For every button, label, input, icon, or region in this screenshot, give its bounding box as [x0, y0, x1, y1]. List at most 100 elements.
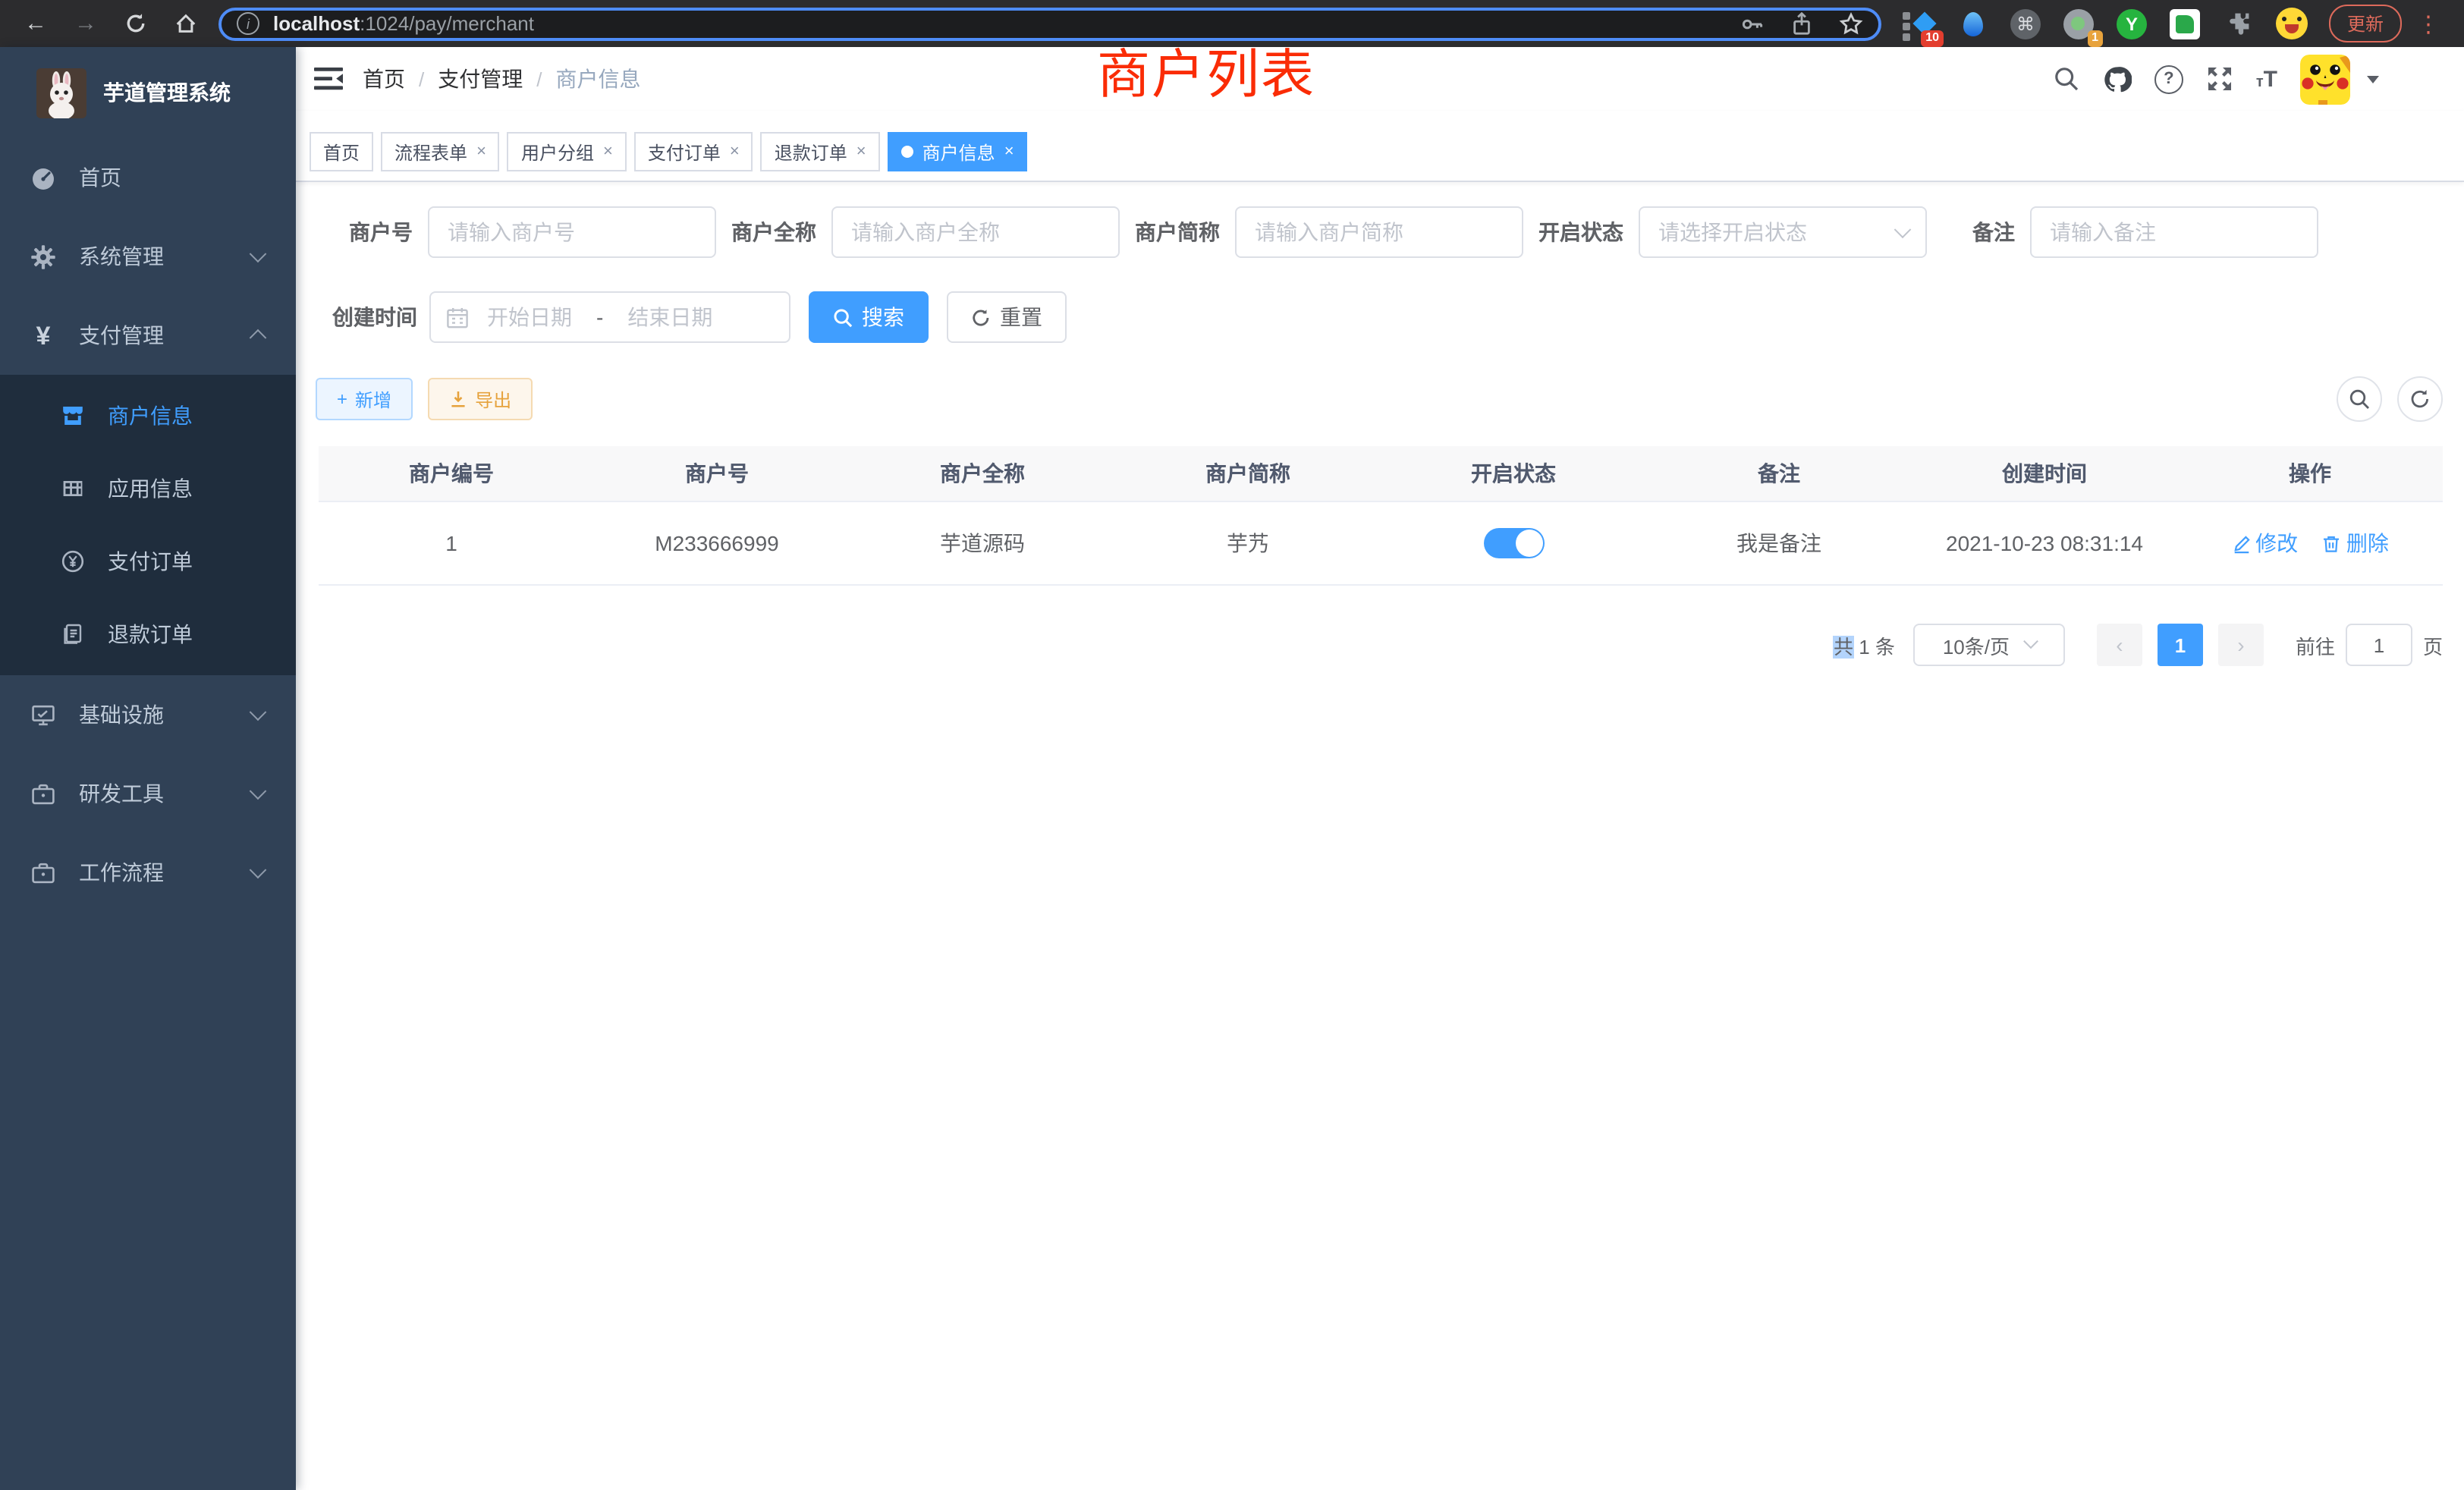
next-page-button[interactable]: ›: [2218, 624, 2264, 666]
page-size-select[interactable]: 10条/页: [1913, 624, 2065, 666]
refresh-table-icon[interactable]: [2397, 376, 2443, 422]
font-size-icon[interactable]: тT: [2256, 66, 2277, 92]
tab-merchant-info[interactable]: 商户信息×: [888, 132, 1028, 171]
fullscreen-icon[interactable]: [2206, 65, 2233, 93]
cell-merchant-id: 1: [319, 501, 584, 585]
help-icon[interactable]: ?: [2154, 64, 2183, 93]
payment-submenu: 商户信息 应用信息: [0, 375, 296, 675]
status-select[interactable]: 请选择开启状态: [1639, 206, 1927, 258]
merchant-no-input[interactable]: [428, 206, 716, 258]
breadcrumb-home[interactable]: 首页: [363, 64, 405, 94]
tab-home[interactable]: 首页: [310, 132, 373, 171]
sidebar-item-workflow[interactable]: 工作流程: [0, 833, 296, 912]
browser-menu-icon[interactable]: ⋮: [2417, 10, 2440, 37]
close-icon[interactable]: ×: [476, 143, 486, 161]
briefcase-icon: [30, 781, 56, 806]
col-status: 开启状态: [1381, 446, 1646, 501]
current-page-button[interactable]: 1: [2158, 624, 2203, 666]
status-toggle[interactable]: [1483, 528, 1544, 558]
chrome-update-button[interactable]: 更新: [2329, 5, 2402, 42]
browser-reload-icon[interactable]: [124, 12, 147, 35]
password-key-icon[interactable]: [1740, 11, 1765, 36]
chevron-up-icon: [250, 329, 267, 347]
url-text: localhost:1024/pay/merchant: [273, 12, 534, 35]
date-range-picker[interactable]: 开始日期 - 结束日期: [429, 291, 790, 343]
merchant-fullname-input[interactable]: [831, 206, 1120, 258]
search-button[interactable]: 搜索: [809, 291, 929, 343]
tab-flow-form[interactable]: 流程表单×: [381, 132, 500, 171]
close-icon[interactable]: ×: [856, 143, 866, 161]
status-label: 开启状态: [1538, 217, 1623, 247]
y-extension-icon[interactable]: Y: [2115, 7, 2148, 40]
bookmark-star-icon[interactable]: [1839, 11, 1863, 36]
avatar-caret-icon[interactable]: [2367, 75, 2379, 83]
sidebar-item-payment[interactable]: ¥ 支付管理: [0, 296, 296, 375]
address-bar[interactable]: localhost:1024/pay/merchant: [218, 7, 1881, 40]
sidebar-menu: 首页 系统管理: [0, 138, 296, 912]
prev-page-button[interactable]: ‹: [2097, 624, 2142, 666]
col-fullname: 商户全称: [850, 446, 1115, 501]
sidebar-item-dev-tools[interactable]: 研发工具: [0, 754, 296, 833]
remark-input[interactable]: [2030, 206, 2318, 258]
dashboard-icon: [30, 165, 56, 190]
sidebar-item-home[interactable]: 首页: [0, 138, 296, 217]
plus-icon: +: [337, 388, 347, 410]
chevron-down-icon: [250, 245, 267, 262]
sidebar-item-label: 首页: [79, 162, 121, 193]
command-extension-icon[interactable]: ⌘: [2009, 7, 2042, 40]
grid-icon: [61, 476, 85, 501]
logo-image: [36, 68, 86, 118]
add-button[interactable]: + 新增: [316, 378, 413, 420]
sidebar-subitem-pay-order[interactable]: 支付订单: [0, 525, 296, 598]
col-shortname: 商户简称: [1115, 446, 1381, 501]
show-search-toggle-icon[interactable]: [2337, 376, 2382, 422]
breadcrumb-payment[interactable]: 支付管理: [438, 64, 523, 94]
cell-shortname: 芋艿: [1115, 501, 1381, 585]
browser-back-icon[interactable]: ←: [24, 12, 47, 35]
extension-badge: 1: [2087, 30, 2103, 46]
delete-link[interactable]: 删除: [2322, 528, 2389, 558]
profile-avatar-icon[interactable]: [2274, 7, 2308, 40]
browser-forward-icon[interactable]: →: [74, 12, 97, 35]
close-icon[interactable]: ×: [603, 143, 613, 161]
goto-page-input[interactable]: [2346, 624, 2412, 666]
col-merchant-no: 商户号: [584, 446, 850, 501]
chevron-down-icon: [1894, 221, 1912, 238]
site-info-icon[interactable]: [237, 12, 259, 35]
share-icon[interactable]: [1790, 11, 1813, 36]
sidebar-item-infrastructure[interactable]: 基础设施: [0, 675, 296, 754]
sidebar-subitem-refund-order[interactable]: 退款订单: [0, 598, 296, 671]
monitor-icon: [30, 702, 56, 728]
sidebar-subitem-merchant-info[interactable]: 商户信息: [0, 379, 296, 452]
tab-user-group[interactable]: 用户分组×: [508, 132, 627, 171]
briefcase-icon: [30, 860, 56, 885]
browser-home-icon[interactable]: [174, 12, 197, 35]
tab-refund-order[interactable]: 退款订单×: [761, 132, 880, 171]
date-start-placeholder: 开始日期: [487, 302, 572, 332]
goto-label: 前往: [2296, 630, 2335, 659]
bookmark-manager-extension-icon[interactable]: 10: [1903, 7, 1936, 40]
close-icon[interactable]: ×: [730, 143, 740, 161]
proxy-extension-icon[interactable]: 1: [2062, 7, 2095, 40]
sidebar-item-label: 基础设施: [79, 699, 164, 730]
sidebar-subitem-label: 退款订单: [108, 619, 193, 649]
logo[interactable]: 芋道管理系统: [0, 47, 296, 138]
sidebar-item-system[interactable]: 系统管理: [0, 217, 296, 296]
gear-icon: [30, 244, 56, 269]
header-search-icon[interactable]: [2053, 65, 2080, 93]
edit-link[interactable]: 修改: [2231, 528, 2298, 558]
extensions-puzzle-icon[interactable]: [2221, 7, 2255, 40]
reset-button[interactable]: 重置: [947, 291, 1067, 343]
merchant-shortname-input[interactable]: [1235, 206, 1523, 258]
tab-pay-order[interactable]: 支付订单×: [634, 132, 753, 171]
sidebar-subitem-app-info[interactable]: 应用信息: [0, 452, 296, 525]
close-icon[interactable]: ×: [1004, 143, 1014, 161]
notes-extension-icon[interactable]: [2168, 7, 2202, 40]
export-button[interactable]: 导出: [428, 378, 533, 420]
user-avatar[interactable]: [2300, 54, 2350, 104]
table-header-row: 商户编号 商户号 商户全称 商户简称 开启状态 备注 创建时间 操作: [319, 446, 2443, 501]
github-icon[interactable]: [2103, 64, 2132, 93]
calendar-icon: [446, 306, 469, 328]
sidebar-collapse-icon[interactable]: [314, 67, 343, 91]
pin-extension-icon[interactable]: [1956, 7, 1989, 40]
